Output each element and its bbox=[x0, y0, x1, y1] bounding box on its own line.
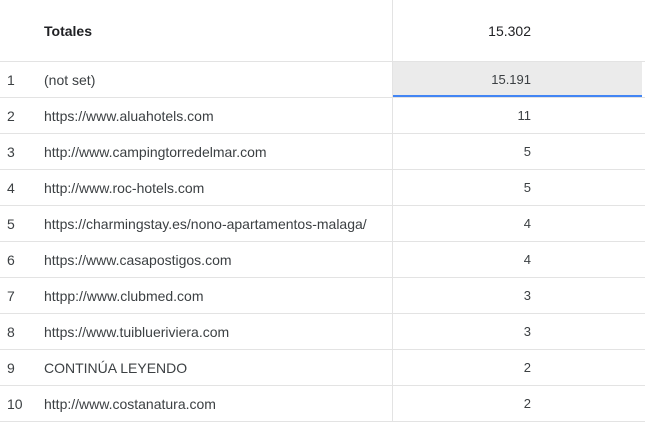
row-value: 3 bbox=[523, 288, 531, 303]
row-value-cell: 2 bbox=[392, 350, 645, 385]
row-value-cell: 4 bbox=[392, 206, 645, 241]
data-table: Totales 15.302 1 (not set) 15.191 2 https://… bbox=[0, 0, 645, 422]
row-index: 1 bbox=[7, 71, 15, 88]
row-label: https://www.tuiblueriviera.com bbox=[44, 323, 230, 340]
row-label: http://www.costanatura.com bbox=[44, 395, 216, 412]
row-label: http://www.roc-hotels.com bbox=[44, 179, 205, 196]
row-label: httpp://www.clubmed.com bbox=[44, 287, 204, 304]
totals-value-cell: 15.302 bbox=[392, 0, 645, 61]
row-value-cell: 4 bbox=[392, 242, 645, 277]
row-value-cell: 11 bbox=[392, 98, 645, 133]
row-index: 7 bbox=[7, 287, 15, 304]
row-label: https://www.aluahotels.com bbox=[44, 107, 214, 124]
table-row[interactable]: 8 https://www.tuiblueriviera.com 3 bbox=[0, 314, 645, 350]
row-value-cell: 3 bbox=[392, 314, 645, 349]
row-value: 3 bbox=[523, 324, 531, 339]
table-row[interactable]: 2 https://www.aluahotels.com 11 bbox=[0, 98, 645, 134]
row-index: 3 bbox=[7, 143, 15, 160]
row-index: 8 bbox=[7, 323, 15, 340]
value-share-underline bbox=[393, 95, 643, 97]
table-row[interactable]: 5 https://charmingstay.es/nono-apartament… bbox=[0, 206, 645, 242]
row-label: (not set) bbox=[44, 71, 96, 88]
totals-value: 15.302 bbox=[488, 22, 531, 39]
row-value: 2 bbox=[523, 360, 531, 375]
row-value-cell: 3 bbox=[392, 278, 645, 313]
row-value: 2 bbox=[523, 396, 531, 411]
table-row[interactable]: 4 http://www.roc-hotels.com 5 bbox=[0, 170, 645, 206]
table-row[interactable]: 9 CONTINÚA LEYENDO 2 bbox=[0, 350, 645, 386]
table-row[interactable]: 10 http://www.costanatura.com 2 bbox=[0, 386, 645, 422]
row-index: 4 bbox=[7, 179, 15, 196]
row-label: https://charmingstay.es/nono-apartamento… bbox=[44, 215, 367, 232]
row-index: 10 bbox=[7, 395, 23, 412]
row-label: CONTINÚA LEYENDO bbox=[44, 359, 188, 376]
table-row[interactable]: 7 httpp://www.clubmed.com 3 bbox=[0, 278, 645, 314]
row-value: 5 bbox=[523, 144, 531, 159]
row-value-cell: 5 bbox=[392, 134, 645, 169]
row-value: 4 bbox=[523, 252, 531, 267]
row-index: 6 bbox=[7, 251, 15, 268]
table-row[interactable]: 3 http://www.campingtorredelmar.com 5 bbox=[0, 134, 645, 170]
row-label: https://www.casapostigos.com bbox=[44, 251, 232, 268]
row-value-cell: 2 bbox=[392, 386, 645, 421]
row-value-cell: 5 bbox=[392, 170, 645, 205]
totals-row: Totales 15.302 bbox=[0, 0, 645, 62]
row-value-cell: 15.191 bbox=[392, 62, 645, 97]
row-value: 15.191 bbox=[491, 72, 531, 87]
totals-label: Totales bbox=[44, 22, 92, 39]
table-row[interactable]: 6 https://www.casapostigos.com 4 bbox=[0, 242, 645, 278]
row-index: 2 bbox=[7, 107, 15, 124]
row-index: 5 bbox=[7, 215, 15, 232]
row-label: http://www.campingtorredelmar.com bbox=[44, 143, 267, 160]
table-row[interactable]: 1 (not set) 15.191 bbox=[0, 62, 645, 98]
row-value: 4 bbox=[523, 216, 531, 231]
row-value: 11 bbox=[517, 108, 532, 123]
row-index: 9 bbox=[7, 359, 15, 376]
row-value: 5 bbox=[523, 180, 531, 195]
